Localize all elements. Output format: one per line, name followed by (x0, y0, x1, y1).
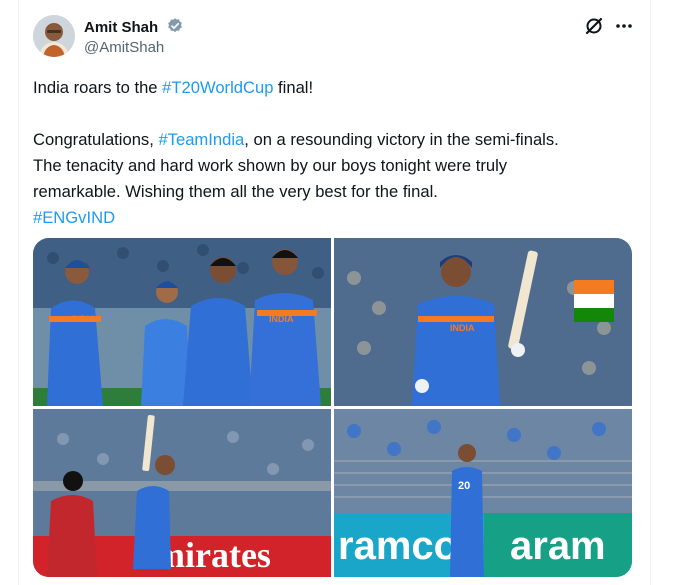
display-name-text[interactable]: Amit Shah (84, 19, 158, 36)
tweet-text: India roars to the #T20WorldCup final! C… (33, 75, 643, 231)
jersey-text: INDIA (450, 323, 475, 333)
jersey-text: INDIA (269, 314, 294, 324)
verified-badge-icon (166, 17, 184, 39)
tweet-line-3: The tenacity and hard work shown by our … (33, 156, 508, 175)
photo-grid: INDIA INDIA INDIA mirates ramco aram 20 (33, 238, 632, 577)
tweet-line-4: remarkable. Wishing them all the very be… (33, 182, 438, 201)
tweet-line-2: Congratulations, #TeamIndia, on a resoun… (33, 127, 643, 153)
text-segment: Congratulations, (33, 130, 159, 149)
user-handle[interactable]: @AmitShah (84, 39, 164, 56)
photo-batsman-celebration[interactable]: INDIA (334, 238, 632, 406)
grok-icon[interactable] (584, 16, 604, 36)
banner-text: ramco (338, 524, 458, 568)
tweet-line-1: India roars to the #T20WorldCup final! (33, 75, 643, 101)
text-segment: , on a resounding victory in the semi-fi… (244, 130, 559, 149)
photo-team-celebration[interactable]: INDIA INDIA (33, 238, 331, 406)
display-name[interactable]: Amit Shah (84, 17, 184, 39)
text-segment: final! (273, 78, 314, 97)
photo-batting-shot[interactable]: mirates (33, 409, 331, 577)
hashtag-link[interactable]: #TeamIndia (158, 130, 244, 149)
photo-fielder-boundary[interactable]: ramco aram 20 (334, 409, 632, 577)
hashtag-link[interactable]: #ENGvIND (33, 205, 643, 231)
text-segment: India roars to the (33, 78, 163, 97)
jersey-number: 20 (458, 480, 470, 492)
jersey-text: INDIA (71, 314, 96, 324)
banner-text: aram (510, 524, 606, 568)
hashtag-link[interactable]: #T20WorldCup (162, 78, 273, 97)
more-options-icon[interactable] (614, 16, 634, 36)
banner-text: mirates (155, 535, 271, 575)
avatar[interactable] (33, 15, 75, 57)
